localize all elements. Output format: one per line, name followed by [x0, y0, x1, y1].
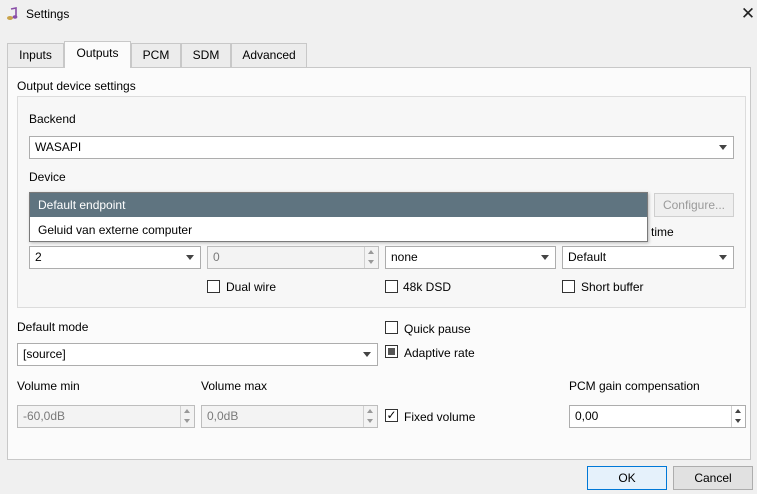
chevron-down-icon	[186, 255, 194, 260]
tab-advanced[interactable]: Advanced	[231, 43, 307, 67]
cancel-button[interactable]: Cancel	[673, 466, 753, 490]
offset-value: 0	[213, 250, 220, 264]
dither-value: none	[391, 250, 418, 264]
dsd48k-label: 48k DSD	[403, 280, 452, 294]
default-mode-value: [source]	[23, 347, 66, 361]
short-buffer-label: Short buffer	[581, 280, 644, 294]
device-dropdown-list[interactable]: Default endpoint Geluid van externe comp…	[29, 192, 648, 242]
short-buffer-checkbox[interactable]	[562, 280, 575, 293]
quick-pause-label: Quick pause	[404, 322, 471, 336]
backend-label: Backend	[29, 112, 76, 126]
close-icon[interactable]: ✕	[736, 3, 757, 25]
volume-min-value: -60,0dB	[23, 409, 66, 423]
adaptive-rate-label: Adaptive rate	[404, 346, 475, 360]
tab-outputs[interactable]: Outputs	[64, 41, 131, 68]
window-title: Settings	[26, 7, 70, 21]
default-mode-select[interactable]: [source]	[17, 343, 378, 366]
chevron-down-icon	[363, 352, 371, 357]
ok-button[interactable]: OK	[587, 466, 667, 490]
dual-wire-checkbox[interactable]	[207, 280, 220, 293]
chevron-down-icon	[719, 145, 727, 150]
fixed-volume-label: Fixed volume	[404, 410, 476, 424]
device-option-default[interactable]: Default endpoint	[30, 193, 647, 217]
stepper-down-icon[interactable]	[735, 419, 741, 423]
tab-pcm[interactable]: PCM	[131, 43, 181, 67]
volume-max-stepper[interactable]: 0,0dB	[201, 405, 378, 428]
tab-sdm[interactable]: SDM	[181, 43, 231, 67]
stepper-down-icon[interactable]	[184, 419, 190, 423]
backend-value: WASAPI	[35, 140, 82, 154]
dither-select[interactable]: none	[385, 246, 556, 269]
device-option-external[interactable]: Geluid van externe computer	[30, 218, 647, 242]
stepper-up-icon[interactable]	[368, 250, 374, 254]
title-bar	[0, 0, 757, 30]
stepper-down-icon[interactable]	[367, 419, 373, 423]
music-note-icon	[7, 7, 18, 20]
device-label: Device	[29, 170, 66, 184]
tab-inputs[interactable]: Inputs	[7, 43, 64, 67]
volume-max-value: 0,0dB	[207, 409, 239, 423]
chevron-down-icon	[541, 255, 549, 260]
channels-value: 2	[35, 250, 42, 264]
volume-min-label: Volume min	[17, 379, 80, 393]
fixed-volume-checkbox[interactable]: ✓	[385, 409, 398, 422]
buffer-time-select[interactable]: Default	[562, 246, 734, 269]
buffer-time-value: Default	[568, 250, 607, 264]
backend-select[interactable]: WASAPI	[29, 136, 734, 159]
stepper-up-icon[interactable]	[184, 409, 190, 413]
volume-max-label: Volume max	[201, 379, 268, 393]
stepper-up-icon[interactable]	[735, 409, 741, 413]
chevron-down-icon	[719, 255, 727, 260]
buffer-time-label: time	[651, 225, 674, 239]
default-mode-label: Default mode	[17, 320, 89, 334]
adaptive-rate-checkbox[interactable]	[385, 345, 398, 358]
configure-button[interactable]: Configure...	[654, 193, 734, 217]
channels-select[interactable]: 2	[29, 246, 201, 269]
stepper-down-icon[interactable]	[368, 260, 374, 264]
dsd48k-checkbox[interactable]	[385, 280, 398, 293]
pcm-gain-stepper[interactable]: 0,00	[569, 405, 746, 428]
stepper-up-icon[interactable]	[367, 409, 373, 413]
offset-stepper[interactable]: 0	[207, 246, 379, 269]
dual-wire-label: Dual wire	[226, 280, 277, 294]
stepper-buttons[interactable]	[731, 406, 745, 427]
output-group-title: Output device settings	[17, 79, 136, 93]
stepper-buttons[interactable]	[363, 406, 377, 427]
stepper-buttons[interactable]	[364, 247, 378, 268]
pcm-gain-label: PCM gain compensation	[569, 379, 700, 393]
pcm-gain-value: 0,00	[575, 409, 599, 423]
stepper-buttons[interactable]	[180, 406, 194, 427]
quick-pause-checkbox[interactable]	[385, 321, 398, 334]
volume-min-stepper[interactable]: -60,0dB	[17, 405, 195, 428]
